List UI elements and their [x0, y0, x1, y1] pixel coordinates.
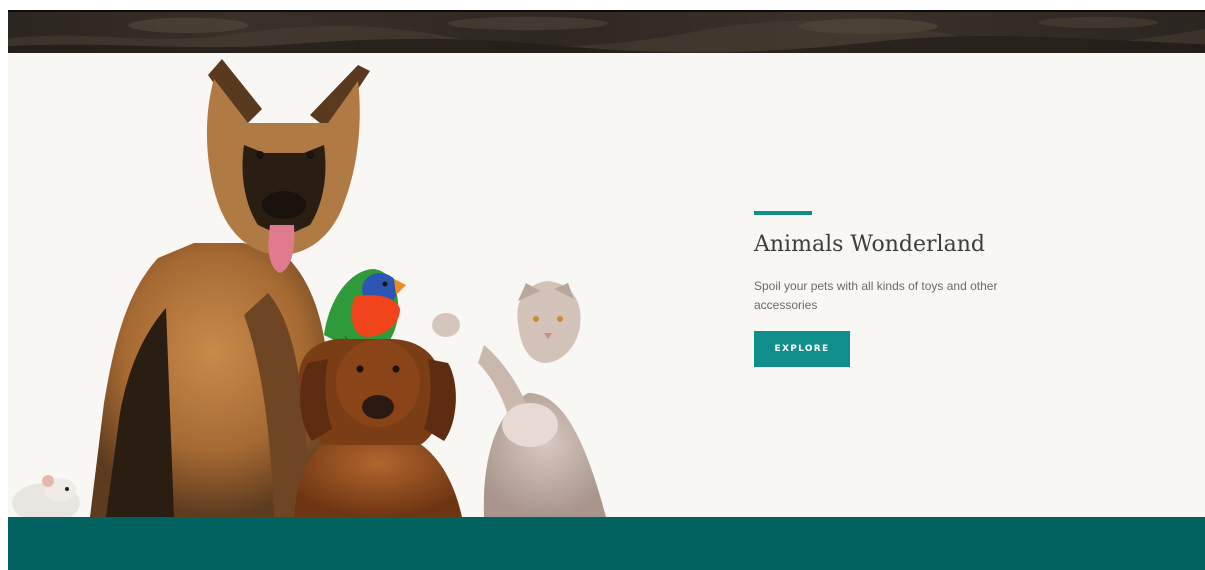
hero-banner: Animals Wonderland Spoil your pets with …	[8, 53, 1205, 517]
hero-title: Animals Wonderland	[754, 232, 985, 257]
footer-band	[8, 517, 1205, 570]
accent-bar	[754, 211, 812, 215]
top-banner-image	[8, 10, 1205, 53]
hero-description: Spoil your pets with all kinds of toys a…	[754, 279, 998, 312]
pets-group-image	[12, 59, 606, 517]
top-banner-texture	[8, 16, 1205, 53]
dachshund-figure	[294, 338, 462, 517]
cat-figure	[432, 281, 606, 517]
page: Animals Wonderland Spoil your pets with …	[0, 0, 1205, 570]
hero-content: Animals Wonderland Spoil your pets with …	[754, 211, 1054, 367]
explore-button[interactable]: EXPLORE	[754, 331, 850, 367]
mouse-figure	[12, 475, 80, 517]
